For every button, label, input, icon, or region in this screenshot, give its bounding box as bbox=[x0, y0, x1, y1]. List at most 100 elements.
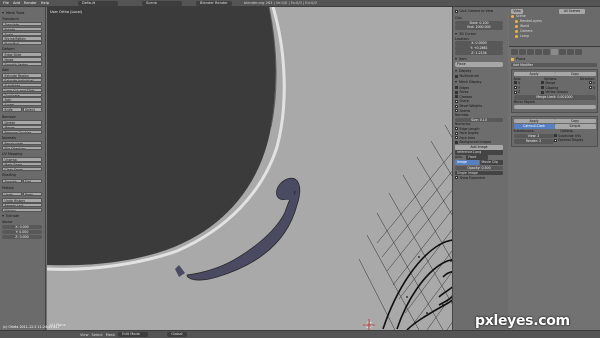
menu-help[interactable]: Help bbox=[41, 1, 49, 5]
cursor-x-field[interactable]: X: 0.0000 bbox=[455, 41, 503, 46]
scene-tab-icon[interactable] bbox=[519, 49, 526, 55]
cursor-z-field[interactable]: Z: 1.2134 bbox=[455, 51, 503, 56]
loop-cut-button[interactable]: Loop Cut and Slide bbox=[2, 87, 42, 93]
redo-button[interactable]: Redo bbox=[22, 191, 42, 197]
subsurf-copy-button[interactable]: Copy bbox=[554, 118, 596, 124]
pivot-selector[interactable]: Global bbox=[167, 332, 188, 337]
add-modifier-button[interactable]: Add Modifier bbox=[511, 62, 597, 68]
layout-selector[interactable]: Default bbox=[77, 0, 118, 6]
mark-seam-button[interactable]: Mark Seam bbox=[2, 162, 42, 167]
noise-button[interactable]: Noise bbox=[2, 57, 42, 62]
checkbox bbox=[540, 81, 544, 85]
vector-z-field[interactable]: Z: 0.000 bbox=[2, 234, 42, 239]
3d-viewport[interactable]: User Ortho (Local) (1) Plane bbox=[47, 7, 508, 330]
menu-file[interactable]: File bbox=[3, 1, 9, 5]
item-name-field[interactable]: Plane bbox=[455, 62, 503, 67]
outliner-search-selector[interactable]: All Scenes bbox=[559, 9, 585, 14]
axis-selector[interactable]: Front bbox=[466, 155, 489, 160]
background-images-toggle[interactable]: Background Images bbox=[455, 140, 506, 145]
scale-button[interactable]: Scale bbox=[2, 31, 42, 36]
axis-z-toggle[interactable]: Z bbox=[513, 90, 520, 95]
translate-button[interactable]: Translate bbox=[2, 22, 42, 27]
bg-opacity-field[interactable]: Opacity: 0.500 bbox=[455, 165, 503, 171]
mode-selector[interactable]: Edit Mode bbox=[118, 332, 149, 337]
clip-end-field[interactable]: End: 1000.000 bbox=[455, 25, 503, 30]
vector-x-field[interactable]: X: 0.000 bbox=[2, 225, 42, 230]
world-tab-icon[interactable] bbox=[527, 49, 534, 55]
reference-image-item[interactable]: reference1.png bbox=[455, 150, 503, 155]
merge-limit-field[interactable]: Merge Limit: 0.001000 bbox=[513, 95, 596, 100]
vector-y-field[interactable]: Y: 0.000 bbox=[2, 229, 42, 235]
undo-history-button[interactable]: Undo History bbox=[2, 198, 42, 203]
spin-button[interactable]: Spin bbox=[2, 97, 42, 102]
lock-camera-toggle[interactable]: Lock Camera to View bbox=[455, 9, 506, 14]
item-header[interactable]: Item bbox=[455, 57, 506, 61]
render-level-field[interactable]: Render: 2 bbox=[513, 139, 554, 144]
tool-shelf-header[interactable]: Mesh Tools bbox=[2, 11, 43, 15]
undo-button[interactable]: Undo bbox=[2, 191, 22, 197]
extrude-region-button[interactable]: Extrude Region bbox=[2, 73, 42, 78]
render-engine-selector[interactable]: Blender Render bbox=[195, 0, 232, 6]
constraints-tab-icon[interactable] bbox=[543, 49, 550, 55]
clip-start-field[interactable]: Start: 0.100 bbox=[455, 20, 503, 25]
normals-size-field[interactable]: Size: 0.10 bbox=[455, 117, 503, 122]
unwrap-button[interactable]: Unwrap bbox=[2, 157, 42, 162]
clear-seam-button[interactable]: Clear Seam bbox=[2, 166, 42, 172]
mesh-menu[interactable]: Mesh bbox=[106, 333, 115, 337]
remove-doubles-button[interactable]: Remove Doubles bbox=[2, 129, 42, 135]
merge-button[interactable]: Merge bbox=[2, 125, 42, 130]
history-button[interactable]: History bbox=[2, 207, 42, 213]
show-expanded-toggle[interactable]: Show Expanded bbox=[455, 176, 506, 181]
shrink-fatten-button[interactable]: Shrink/Fatten bbox=[2, 36, 42, 41]
mesh-display-header[interactable]: Mesh Display bbox=[455, 80, 506, 84]
push-pull-button[interactable]: Push/Pull bbox=[2, 41, 42, 46]
duplicate-button[interactable]: Duplicate bbox=[2, 92, 42, 97]
delete-button[interactable]: Delete bbox=[2, 120, 42, 125]
render-tab-icon[interactable] bbox=[511, 49, 518, 55]
subdivide-button[interactable]: Subdivide bbox=[2, 82, 42, 88]
menu-add[interactable]: Add bbox=[13, 1, 20, 5]
display-header[interactable]: Display bbox=[455, 69, 506, 73]
smooth-vertex-button[interactable]: Smooth Vertex bbox=[2, 62, 42, 67]
knife-select-button[interactable]: Select bbox=[22, 107, 42, 112]
select-menu[interactable]: Select bbox=[92, 333, 103, 337]
single-image-selector[interactable]: Single Image bbox=[455, 170, 503, 175]
image-source-button[interactable]: Image bbox=[455, 160, 479, 165]
texture-tab-icon[interactable] bbox=[575, 49, 582, 55]
optimal-display-toggle[interactable]: Optimal Display bbox=[553, 138, 596, 143]
vertex-groups-toggle[interactable]: Vertex Groups bbox=[540, 90, 568, 95]
scene-selector[interactable]: Scene bbox=[141, 0, 182, 6]
material-tab-icon[interactable] bbox=[567, 49, 574, 55]
recalculate-button[interactable]: Recalculate bbox=[2, 141, 42, 146]
knife-button[interactable]: Knife bbox=[2, 107, 22, 112]
add-image-button[interactable]: Add Image bbox=[455, 145, 503, 150]
subsurf-apply-button[interactable]: Apply bbox=[513, 118, 555, 124]
rotate-button[interactable]: Rotate bbox=[2, 26, 42, 32]
edge-slide-button[interactable]: Edge Slide bbox=[2, 52, 42, 57]
catmull-clark-button[interactable]: Catmull-Clark bbox=[513, 124, 555, 129]
menu-render[interactable]: Render bbox=[24, 1, 37, 5]
extrude-individual-button[interactable]: Extrude Individual bbox=[2, 78, 42, 83]
extrude-header[interactable]: Extrude bbox=[2, 214, 43, 218]
view-menu[interactable]: View bbox=[80, 333, 89, 337]
repeat-last-button[interactable]: Repeat Last bbox=[2, 203, 42, 208]
outliner-row-lamp[interactable]: Lamp bbox=[511, 34, 598, 39]
watermark: pxleyes.com bbox=[475, 313, 570, 329]
screw-button[interactable]: Screw bbox=[2, 102, 42, 107]
flat-button[interactable]: Flat bbox=[22, 178, 42, 183]
mirror-copy-button[interactable]: Copy bbox=[554, 71, 596, 77]
multitexture-toggle[interactable]: Multitexture bbox=[455, 74, 506, 79]
mirror-apply-button[interactable]: Apply bbox=[513, 71, 555, 77]
data-tab-icon[interactable] bbox=[559, 49, 566, 55]
cursor-y-field[interactable]: Y: +0.2661 bbox=[455, 46, 503, 51]
view-level-field[interactable]: View: 2 bbox=[513, 133, 554, 139]
modifiers-tab-icon[interactable] bbox=[551, 49, 558, 55]
mirror-object-field[interactable] bbox=[513, 104, 596, 110]
direction-v-toggle[interactable]: V bbox=[588, 85, 596, 90]
3d-cursor-header[interactable]: 3D Cursor bbox=[455, 32, 506, 36]
simple-button[interactable]: Simple bbox=[554, 124, 596, 129]
object-tab-icon[interactable] bbox=[535, 49, 542, 55]
movie-clip-source-button[interactable]: Movie Clip bbox=[479, 160, 503, 165]
smooth-button[interactable]: Smooth bbox=[2, 178, 22, 183]
flip-direction-button[interactable]: Flip Direction bbox=[2, 145, 42, 151]
